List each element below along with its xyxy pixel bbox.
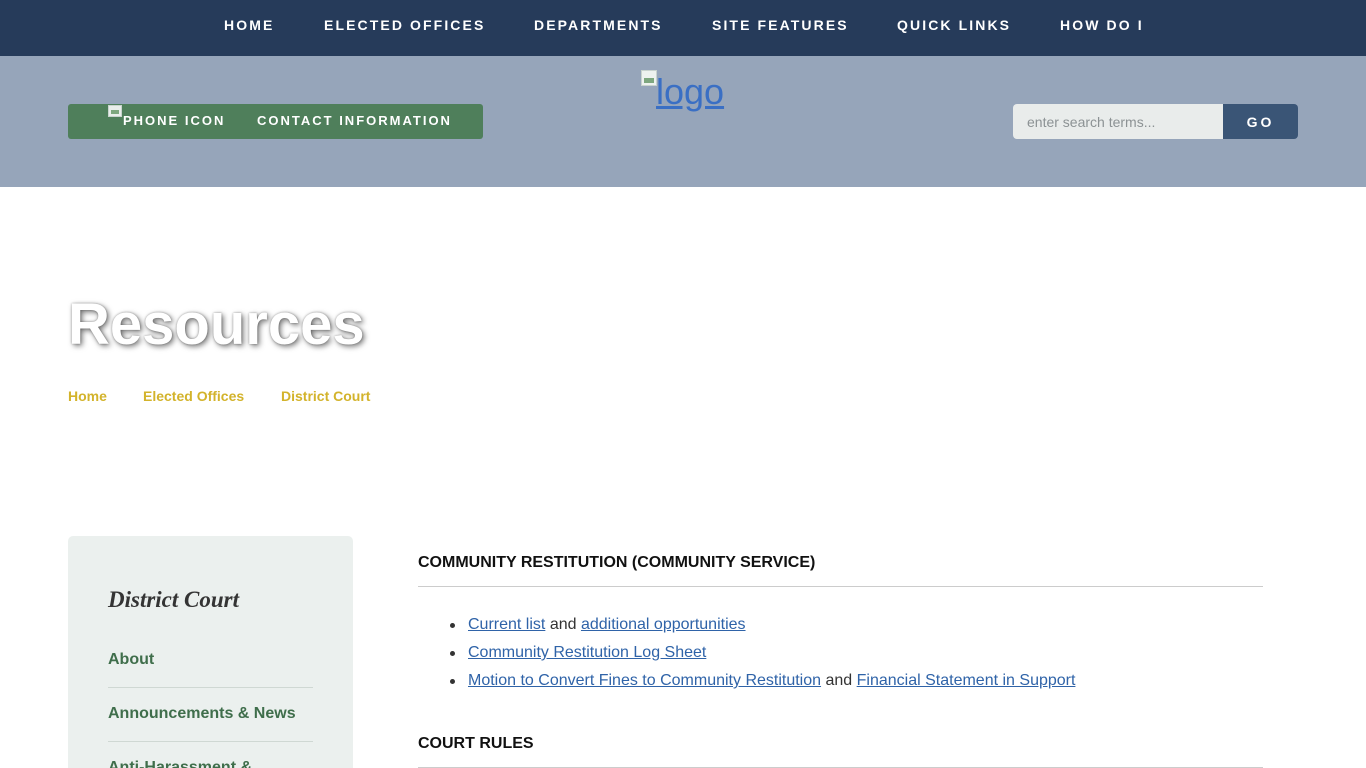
phone-icon-alt-text: phone icon bbox=[123, 113, 226, 128]
financial-statement-link[interactable]: Financial Statement in Support bbox=[857, 672, 1076, 689]
contact-information-link[interactable]: Contact Information bbox=[257, 114, 452, 128]
page-title: Resources bbox=[68, 292, 365, 357]
contact-bar[interactable]: phone icon Contact Information bbox=[68, 104, 483, 139]
section-heading-court-rules: COURT RULES bbox=[418, 735, 1263, 768]
sidebar-item-label: About bbox=[108, 651, 155, 668]
search-input[interactable] bbox=[1013, 104, 1223, 139]
list-item: Motion to Convert Fines to Community Res… bbox=[450, 672, 1250, 700]
breadcrumb-home[interactable]: Home bbox=[68, 388, 107, 404]
joiner-text: and bbox=[549, 616, 577, 633]
joiner-text: and bbox=[825, 672, 853, 689]
additional-opportunities-link[interactable]: additional opportunities bbox=[581, 616, 746, 633]
community-restitution-log-sheet-link[interactable]: Community Restitution Log Sheet bbox=[468, 644, 706, 661]
sidebar-item-about[interactable]: About bbox=[108, 634, 313, 688]
nav-item-departments[interactable]: Departments bbox=[534, 17, 663, 33]
section-heading-community-restitution: COMMUNITY RESTITUTION (COMMUNITY SERVICE… bbox=[418, 554, 1263, 587]
sidebar: District Court About Announcements & New… bbox=[68, 536, 353, 768]
nav-item-how-do-i[interactable]: How Do I bbox=[1060, 17, 1144, 33]
motion-to-convert-fines-link[interactable]: Motion to Convert Fines to Community Res… bbox=[468, 672, 821, 689]
nav-item-quick-links[interactable]: Quick Links bbox=[897, 17, 1011, 33]
sidebar-title: District Court bbox=[108, 587, 240, 612]
breadcrumb: Home Elected Offices District Court bbox=[0, 388, 1366, 404]
logo-alt-text[interactable]: logo bbox=[656, 72, 724, 112]
search-go-button[interactable]: GO bbox=[1223, 104, 1298, 139]
sidebar-item-anti-harassment[interactable]: Anti-Harassment & bbox=[108, 742, 313, 768]
site-header: phone icon Contact Information logo GO bbox=[0, 56, 1366, 187]
community-restitution-list: Current list and additional opportunitie… bbox=[450, 616, 1250, 700]
breadcrumb-elected-offices[interactable]: Elected Offices bbox=[143, 388, 244, 404]
sidebar-item-label: Anti-Harassment & bbox=[108, 759, 253, 768]
current-list-link[interactable]: Current list bbox=[468, 616, 545, 633]
sidebar-item-announcements-news[interactable]: Announcements & News bbox=[108, 688, 313, 742]
broken-image-icon bbox=[108, 105, 122, 117]
top-navigation: Home Elected Offices Departments Site Fe… bbox=[0, 0, 1366, 56]
breadcrumb-district-court[interactable]: District Court bbox=[281, 388, 370, 404]
nav-item-site-features[interactable]: Site Features bbox=[712, 17, 849, 33]
sidebar-item-label: Announcements & News bbox=[108, 705, 296, 722]
list-item: Community Restitution Log Sheet bbox=[450, 644, 1250, 672]
list-item: Current list and additional opportunitie… bbox=[450, 616, 1250, 644]
nav-item-elected-offices[interactable]: Elected Offices bbox=[324, 17, 485, 33]
nav-item-home[interactable]: Home bbox=[224, 17, 274, 33]
broken-image-icon bbox=[641, 70, 657, 86]
